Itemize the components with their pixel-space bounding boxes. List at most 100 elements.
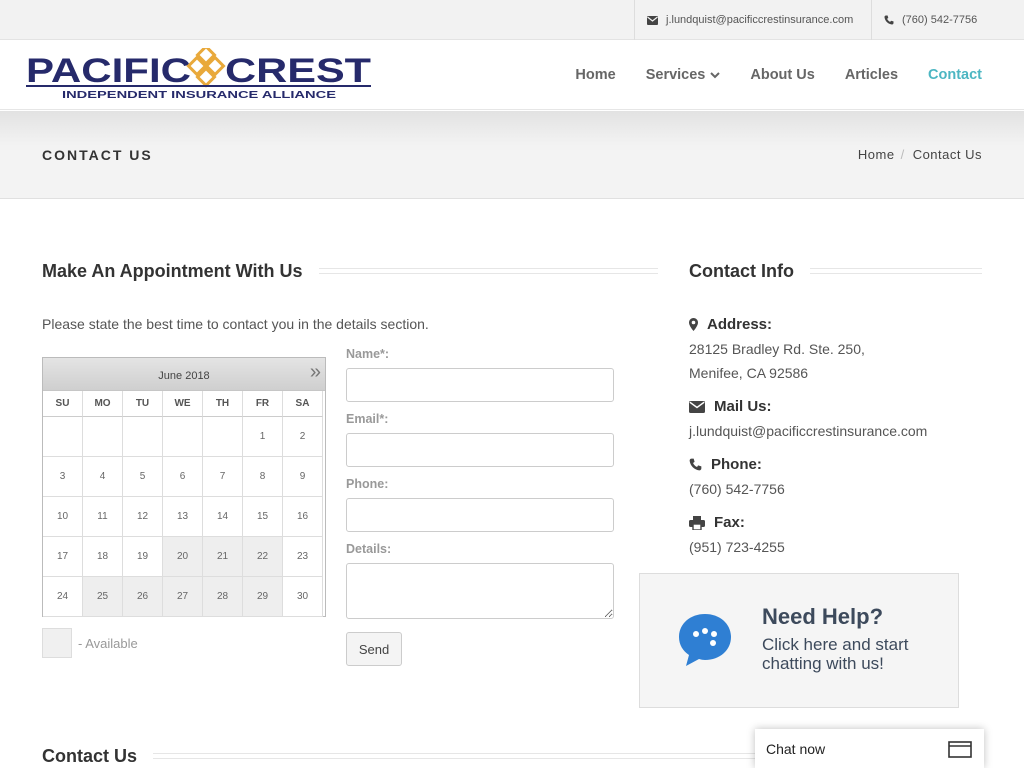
calendar-day[interactable]: 27 — [163, 577, 203, 617]
calendar-day[interactable]: 28 — [203, 577, 243, 617]
top-bar: j.lundquist@pacificcrestinsurance.com (7… — [0, 0, 1024, 40]
chat-now-widget[interactable]: Chat now — [755, 729, 984, 768]
calendar-weekday: SA — [283, 391, 323, 417]
nav-about-us[interactable]: About Us — [750, 67, 814, 83]
calendar-day[interactable]: 7 — [203, 457, 243, 497]
legend-label: - Available — [78, 635, 138, 651]
heading-divider — [300, 268, 658, 274]
calendar-weekday: FR — [243, 391, 283, 417]
calendar-next-button[interactable]: » — [310, 361, 321, 384]
chat-bubble-icon — [679, 614, 731, 666]
phone-info-label: Phone: — [689, 456, 762, 473]
calendar-day[interactable]: 11 — [83, 497, 123, 537]
name-field[interactable] — [346, 368, 614, 402]
map-marker-icon — [689, 318, 698, 331]
details-field[interactable] — [346, 563, 614, 619]
nav-services-label: Services — [645, 67, 706, 83]
calendar-day[interactable]: 15 — [243, 497, 283, 537]
calendar-weekday: SU — [43, 391, 83, 417]
calendar-day[interactable]: 25 — [83, 577, 123, 617]
calendar-weekday: TU — [123, 391, 163, 417]
email-field[interactable] — [346, 433, 614, 467]
chevron-down-icon — [710, 71, 721, 78]
calendar-day[interactable]: 16 — [283, 497, 323, 537]
heading-divider — [800, 268, 982, 274]
calendar-day[interactable]: 19 — [123, 537, 163, 577]
main-nav: Home Services About Us Articles Contact — [545, 40, 982, 110]
calendar-day[interactable]: 1 — [243, 417, 283, 457]
available-swatch — [42, 628, 72, 658]
nav-services[interactable]: Services — [646, 67, 721, 83]
calendar-day[interactable]: 6 — [163, 457, 203, 497]
breadcrumb: Home / Contact Us — [858, 147, 982, 162]
fax-label: Fax: — [689, 514, 745, 531]
calendar-day[interactable]: 2 — [283, 417, 323, 457]
nav-home[interactable]: Home — [575, 67, 615, 83]
site-header: PACIFIC CREST INDEPENDENT INSURANCE ALLI… — [0, 40, 1024, 110]
calendar-day[interactable]: 24 — [43, 577, 83, 617]
fax-value: (951) 723-4255 — [689, 539, 785, 555]
calendar-empty-cell — [43, 417, 83, 457]
nav-articles-label: Articles — [844, 67, 899, 83]
calendar-weekday: WE — [163, 391, 203, 417]
calendar-day[interactable]: 10 — [43, 497, 83, 537]
svg-text:INDEPENDENT INSURANCE ALLIANCE: INDEPENDENT INSURANCE ALLIANCE — [62, 89, 336, 101]
phone-info-label-text: Phone: — [711, 456, 762, 473]
phone-info-value: (760) 542-7756 — [689, 481, 785, 497]
calendar-empty-cell — [203, 417, 243, 457]
calendar-empty-cell — [163, 417, 203, 457]
help-title: Need Help? — [762, 604, 884, 629]
mail-link[interactable]: j.lundquist@pacificcrestinsurance.com — [689, 419, 927, 443]
calendar-day[interactable]: 20 — [163, 537, 203, 577]
printer-icon — [689, 515, 705, 530]
topbar-email[interactable]: j.lundquist@pacificcrestinsurance.com — [634, 0, 871, 40]
appointment-intro: Please state the best time to contact yo… — [42, 316, 429, 332]
calendar-day[interactable]: 22 — [243, 537, 283, 577]
calendar-grid: SU MO TU WE TH FR SA 1 2 3 4 5 6 7 8 9 10 11 12 13 14 15 16 17 1… — [43, 391, 325, 617]
calendar-day[interactable]: 13 — [163, 497, 203, 537]
calendar-day[interactable]: 23 — [283, 537, 323, 577]
calendar-day[interactable]: 17 — [43, 537, 83, 577]
calendar-day[interactable]: 18 — [83, 537, 123, 577]
nav-home-label: Home — [575, 67, 616, 83]
calendar-day[interactable]: 26 — [123, 577, 163, 617]
breadcrumb-home[interactable]: Home — [858, 147, 895, 162]
topbar-phone[interactable]: (760) 542-7756 — [871, 0, 1024, 40]
mail-label: Mail Us: — [689, 398, 772, 415]
chat-window-icon — [948, 741, 972, 758]
address-line-2: Menifee, CA 92586 — [689, 365, 809, 381]
send-button[interactable]: Send — [346, 632, 402, 666]
contact-info-heading: Contact Info — [689, 261, 810, 282]
calendar-header: June 2018 » — [43, 358, 325, 391]
name-label: Name*: — [346, 347, 390, 361]
calendar-day[interactable]: 3 — [43, 457, 83, 497]
topbar-phone-text[interactable]: (760) 542-7756 — [902, 14, 977, 26]
envelope-icon — [647, 15, 658, 25]
pacific-crest-logo[interactable]: PACIFIC CREST INDEPENDENT INSURANCE ALLI… — [26, 48, 372, 102]
nav-contact[interactable]: Contact — [928, 67, 982, 83]
need-help-chat-banner[interactable]: Need Help? Click here and start chatting… — [639, 573, 959, 708]
topbar-email-text[interactable]: j.lundquist@pacificcrestinsurance.com — [666, 14, 853, 26]
calendar-empty-cell — [83, 417, 123, 457]
calendar-legend: - Available — [42, 628, 138, 658]
heading-divider — [150, 753, 760, 759]
calendar-day[interactable]: 21 — [203, 537, 243, 577]
calendar-day[interactable]: 5 — [123, 457, 163, 497]
help-subtitle: Click here and start chatting with us! — [762, 635, 909, 673]
calendar-weekday: MO — [83, 391, 123, 417]
phone-field[interactable] — [346, 498, 614, 532]
breadcrumb-separator: / — [900, 147, 905, 162]
nav-articles[interactable]: Articles — [845, 67, 898, 83]
calendar-day[interactable]: 29 — [243, 577, 283, 617]
calendar-day[interactable]: 30 — [283, 577, 323, 617]
calendar-empty-cell — [123, 417, 163, 457]
phone-label: Phone: — [346, 477, 389, 491]
calendar-day[interactable]: 9 — [283, 457, 323, 497]
contact-us-heading: Contact Us — [42, 746, 154, 767]
calendar-day[interactable]: 12 — [123, 497, 163, 537]
page-title-band: CONTACT US Home / Contact Us — [0, 111, 1024, 199]
calendar-day[interactable]: 8 — [243, 457, 283, 497]
calendar-day[interactable]: 14 — [203, 497, 243, 537]
calendar-day[interactable]: 4 — [83, 457, 123, 497]
mail-label-text: Mail Us: — [714, 398, 772, 415]
